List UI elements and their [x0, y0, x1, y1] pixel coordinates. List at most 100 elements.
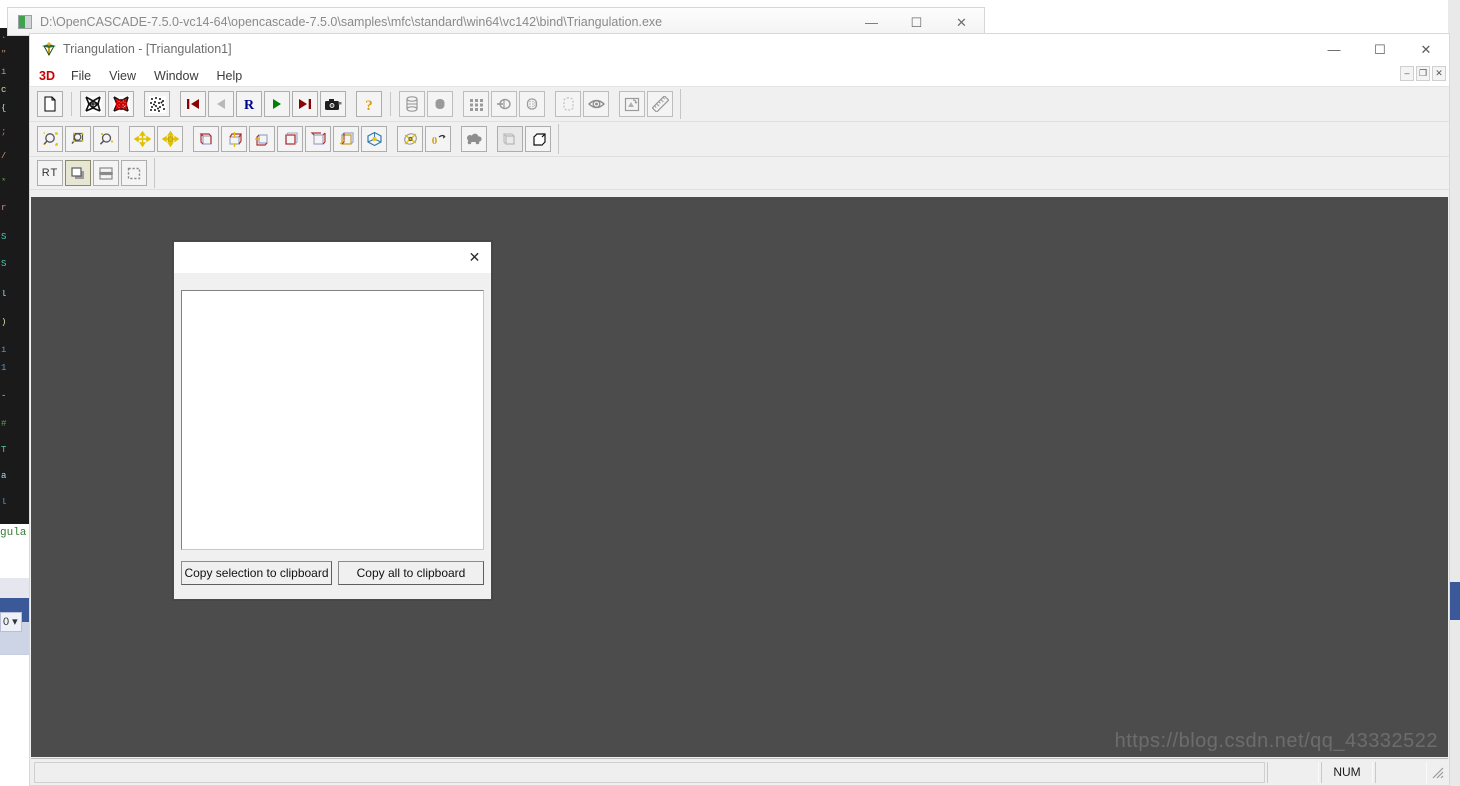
copy-all-to-clipboard-button[interactable]: Copy all to clipboard	[338, 561, 484, 585]
reset-view-icon: 0	[430, 131, 447, 147]
view-bottom-button[interactable]	[277, 126, 303, 152]
ruler-icon	[652, 96, 669, 112]
app-minimize-button[interactable]: —	[1311, 34, 1357, 65]
cylinder-shaded-icon	[433, 96, 447, 112]
rotate-button[interactable]	[397, 126, 423, 152]
question-mark-icon: ?	[361, 97, 377, 112]
previous-step-button[interactable]	[208, 91, 234, 117]
color-button[interactable]	[491, 91, 517, 117]
zoom-progressive-button[interactable]	[93, 126, 119, 152]
svg-text:R: R	[244, 98, 255, 111]
menu-bar: 3D File View Window Help – ❐ ✕	[30, 65, 1449, 87]
mesh-black-icon	[85, 96, 102, 113]
shadow-button[interactable]	[65, 160, 91, 186]
wireframe-box-icon	[502, 132, 518, 147]
display-mode-button[interactable]	[583, 91, 609, 117]
new-document-button[interactable]	[37, 91, 63, 117]
transparency-button[interactable]	[555, 91, 581, 117]
grid-icon	[469, 97, 484, 112]
hidden-line-removal-icon	[465, 132, 483, 146]
view-left-button[interactable]	[305, 126, 331, 152]
mesh-red-icon	[113, 96, 130, 113]
svg-text:?: ?	[365, 98, 373, 112]
camera-icon	[324, 97, 342, 112]
copy-selection-to-clipboard-button[interactable]: Copy selection to clipboard	[181, 561, 332, 585]
mesh-red-button[interactable]	[108, 91, 134, 117]
app-close-button[interactable]: ✕	[1403, 34, 1449, 65]
menu-file[interactable]: File	[62, 66, 100, 86]
screen: . " i c { ; / * r S S l ) i 1 - # T a l …	[0, 0, 1460, 786]
zoom-window-button[interactable]	[65, 126, 91, 152]
mesh-black-button[interactable]	[80, 91, 106, 117]
help-button[interactable]: ?	[356, 91, 382, 117]
view-back-button[interactable]	[221, 126, 247, 152]
dialog-body: Copy selection to clipboard Copy all to …	[174, 273, 491, 599]
view-toolbar: 0	[30, 122, 1449, 157]
resize-grip-icon[interactable]	[1429, 764, 1445, 780]
status-message-pane	[34, 762, 1265, 783]
shaded-cylinder-button[interactable]	[427, 91, 453, 117]
snapshot-button[interactable]	[320, 91, 346, 117]
pan-arrows-icon	[134, 131, 151, 147]
app-titlebar: Triangulation - [Triangulation1] — ☐ ✕	[30, 34, 1449, 65]
hlr-button[interactable]	[461, 126, 487, 152]
reset-button[interactable]: R	[236, 91, 262, 117]
cylinder-wire-icon	[405, 96, 419, 112]
menu-view[interactable]: View	[100, 66, 145, 86]
mdi-restore-button[interactable]: ❐	[1416, 66, 1430, 81]
material-icon	[525, 96, 539, 112]
zoom-progressive-icon	[98, 131, 115, 147]
raytracing-button[interactable]: RT	[37, 160, 63, 186]
prev-icon	[213, 97, 229, 111]
eye-icon	[588, 97, 605, 111]
view-bottom-icon	[282, 131, 299, 147]
dialog-close-button[interactable]: ✕	[460, 243, 489, 271]
reflection-icon	[98, 166, 114, 181]
wireframe-cylinder-button[interactable]	[399, 91, 425, 117]
antialiasing-button[interactable]	[121, 160, 147, 186]
menu-window[interactable]: Window	[145, 66, 207, 86]
shading-off-button[interactable]	[497, 126, 523, 152]
svg-text:0: 0	[431, 135, 437, 147]
first-step-button[interactable]	[180, 91, 206, 117]
reflection-button[interactable]	[93, 160, 119, 186]
measure-button[interactable]	[647, 91, 673, 117]
mdi-child-controls: – ❐ ✕	[1398, 66, 1446, 81]
background-code-editor: . " i c { ; / * r S S l ) i 1 - # T a l	[0, 28, 30, 524]
main-toolbar: R	[30, 87, 1449, 122]
background-ribbon-strip	[0, 578, 30, 598]
menu-brand-3d[interactable]: 3D	[39, 66, 62, 86]
app-window-controls: — ☐ ✕	[1311, 34, 1449, 65]
grid-button[interactable]	[463, 91, 489, 117]
new-page-icon	[42, 96, 58, 112]
view-axonometric-icon	[366, 131, 383, 147]
import-export-icon	[624, 97, 640, 112]
mdi-minimize-button[interactable]: –	[1400, 66, 1414, 81]
background-document-text: gula	[0, 527, 30, 539]
background-combo-box: 0 ▾	[0, 612, 22, 632]
pan-global-button[interactable]	[157, 126, 183, 152]
status-pane-cap	[1267, 762, 1319, 783]
status-pane-num: NUM	[1321, 762, 1373, 783]
zoom-all-button[interactable]	[37, 126, 63, 152]
view-back-icon	[226, 131, 243, 147]
reset-view-button[interactable]: 0	[425, 126, 451, 152]
menu-help[interactable]: Help	[207, 66, 251, 86]
view-axo-button[interactable]	[361, 126, 387, 152]
pan-button[interactable]	[129, 126, 155, 152]
shading-on-button[interactable]	[525, 126, 551, 152]
points-cloud-icon	[149, 96, 166, 113]
dialog-message-list[interactable]	[181, 290, 484, 550]
app-maximize-button[interactable]: ☐	[1357, 34, 1403, 65]
mdi-close-button[interactable]: ✕	[1432, 66, 1446, 81]
points-cloud-button[interactable]	[144, 91, 170, 117]
view-top-button[interactable]	[249, 126, 275, 152]
view-front-button[interactable]	[193, 126, 219, 152]
import-export-button[interactable]	[619, 91, 645, 117]
play-button[interactable]	[264, 91, 290, 117]
next-step-button[interactable]	[292, 91, 318, 117]
material-button[interactable]	[519, 91, 545, 117]
toolbar-end-grip	[154, 158, 155, 188]
status-pane-scrl	[1375, 762, 1427, 783]
view-right-button[interactable]	[333, 126, 359, 152]
